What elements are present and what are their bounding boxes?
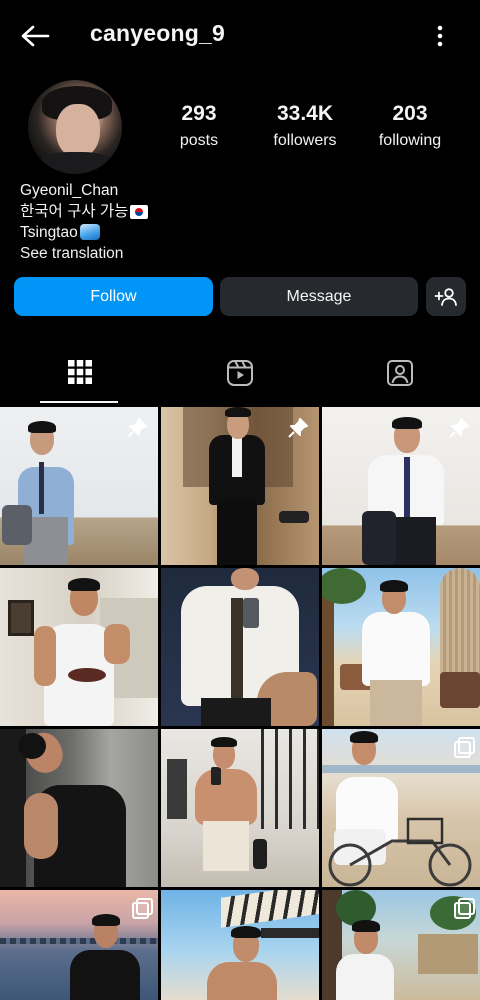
followers-count[interactable]: 33.4K followers bbox=[245, 102, 365, 150]
posts-count-label: posts bbox=[179, 132, 219, 149]
post-thumbnail[interactable] bbox=[322, 407, 480, 565]
korea-flag-icon bbox=[130, 205, 149, 219]
post-thumbnail[interactable] bbox=[161, 890, 319, 1000]
post-thumbnail[interactable] bbox=[161, 729, 319, 887]
tagged-icon bbox=[387, 360, 413, 386]
bio-language-line: 한국어 구사 가능 bbox=[20, 203, 129, 220]
more-options-button[interactable] bbox=[426, 20, 454, 52]
follow-button[interactable]: Follow bbox=[14, 277, 213, 316]
pin-icon bbox=[449, 418, 469, 438]
posts-count-value: 293 bbox=[181, 102, 217, 125]
post-thumbnail[interactable] bbox=[322, 729, 480, 887]
message-button[interactable]: Message bbox=[220, 277, 418, 316]
post-thumbnail[interactable] bbox=[0, 568, 158, 726]
back-arrow-icon bbox=[21, 25, 50, 47]
posts-count[interactable]: 293 posts bbox=[139, 102, 259, 150]
following-count[interactable]: 203 following bbox=[350, 102, 470, 150]
grid-icon bbox=[68, 360, 92, 384]
post-thumbnail[interactable] bbox=[0, 407, 158, 565]
multi-photo-icon bbox=[132, 898, 153, 919]
followers-count-value: 33.4K bbox=[276, 102, 334, 125]
multi-photo-icon bbox=[454, 898, 475, 919]
tab-posts-grid[interactable] bbox=[0, 355, 160, 403]
post-thumbnail[interactable] bbox=[161, 407, 319, 565]
post-thumbnail[interactable] bbox=[322, 568, 480, 726]
add-person-icon bbox=[434, 287, 457, 306]
tab-reels[interactable] bbox=[160, 355, 320, 403]
reels-icon bbox=[227, 360, 253, 386]
more-vertical-icon bbox=[437, 25, 443, 47]
bio-tsingtao-line: Tsingtao bbox=[20, 224, 78, 241]
profile-username: canyeong_9 bbox=[90, 20, 225, 46]
followers-count-label: followers bbox=[273, 132, 337, 149]
post-thumbnail[interactable] bbox=[0, 890, 158, 1000]
back-button[interactable] bbox=[18, 20, 52, 52]
multi-photo-icon bbox=[454, 737, 475, 758]
tab-tagged[interactable] bbox=[320, 355, 480, 403]
post-thumbnail[interactable] bbox=[0, 729, 158, 887]
profile-tabs bbox=[0, 355, 480, 403]
water-wave-icon bbox=[79, 224, 100, 240]
tab-indicator bbox=[40, 401, 118, 403]
profile-avatar[interactable] bbox=[28, 80, 122, 174]
following-count-value: 203 bbox=[392, 102, 428, 125]
bio-name: Gyeonil_Chan bbox=[20, 182, 119, 199]
see-translation-link[interactable]: See translation bbox=[20, 243, 148, 264]
top-bar: canyeong_9 bbox=[0, 0, 480, 72]
pin-icon bbox=[127, 418, 147, 438]
post-thumbnail[interactable] bbox=[161, 568, 319, 726]
profile-bio: Gyeonil_Chan 한국어 구사 가능 Tsingtao See tran… bbox=[20, 180, 149, 264]
following-count-label: following bbox=[378, 132, 442, 149]
pin-icon bbox=[288, 418, 308, 438]
suggest-users-button[interactable] bbox=[426, 277, 466, 316]
post-thumbnail[interactable] bbox=[322, 890, 480, 1000]
